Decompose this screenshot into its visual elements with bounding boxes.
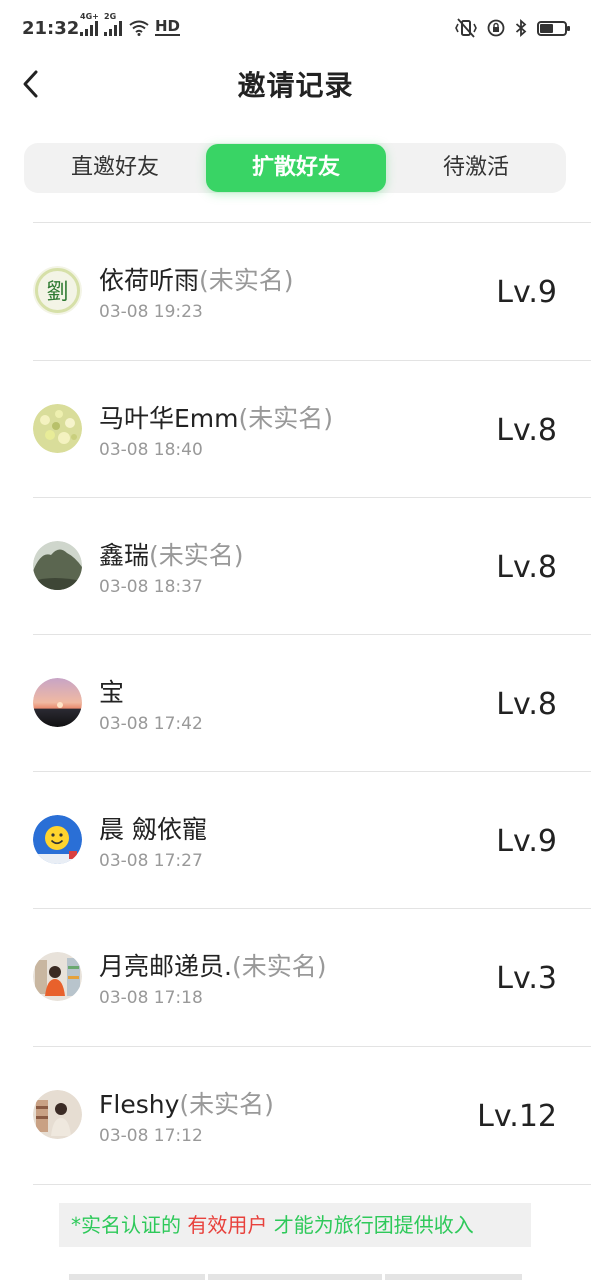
avatar xyxy=(33,404,82,453)
tab-direct-invite[interactable]: 直邀好友 xyxy=(24,143,206,193)
invite-date: 03-08 17:18 xyxy=(99,988,203,1008)
invite-date: 03-08 19:23 xyxy=(99,302,203,322)
list-item[interactable]: 晨 劔依寵 03-08 17:27 Lv.9 xyxy=(0,772,591,909)
list-item[interactable]: 劉 依荷听雨(未实名) 03-08 19:23 Lv.9 xyxy=(0,223,591,360)
bottom-button-stub[interactable] xyxy=(208,1274,382,1280)
vibrate-icon xyxy=(455,18,477,38)
user-name: 马叶华Emm(未实名) xyxy=(99,404,334,433)
unverified-tag: (未实名) xyxy=(149,541,244,570)
user-name: Fleshy(未实名) xyxy=(99,1090,274,1119)
invite-date: 03-08 17:27 xyxy=(99,851,203,871)
unverified-tag: (未实名) xyxy=(199,266,294,295)
nav-bar: 邀请记录 xyxy=(0,60,591,106)
invite-date: 03-08 18:37 xyxy=(99,577,203,597)
invite-date: 03-08 17:12 xyxy=(99,1126,203,1146)
user-name: 月亮邮递员.(未实名) xyxy=(99,952,327,981)
user-name: 依荷听雨(未实名) xyxy=(99,266,294,295)
list-item[interactable]: 月亮邮递员.(未实名) 03-08 17:18 Lv.3 xyxy=(0,909,591,1046)
divider xyxy=(33,1184,591,1185)
status-time: 21:32 xyxy=(22,18,80,39)
list-item[interactable]: 马叶华Emm(未实名) 03-08 18:40 Lv.8 xyxy=(0,361,591,498)
bottom-button-stub[interactable] xyxy=(385,1274,522,1280)
avatar-image xyxy=(33,404,82,453)
level-badge: Lv.9 xyxy=(496,824,557,859)
level-badge: Lv.3 xyxy=(496,961,557,996)
avatar xyxy=(33,815,82,864)
invite-date: 03-08 18:40 xyxy=(99,440,203,460)
avatar xyxy=(33,1090,82,1139)
unverified-tag: (未实名) xyxy=(179,1090,274,1119)
level-badge: Lv.8 xyxy=(496,687,557,722)
tab-bar: 直邀好友 扩散好友 待激活 xyxy=(24,143,566,193)
avatar-image xyxy=(33,541,82,590)
tab-spread-invite[interactable]: 扩散好友 xyxy=(206,144,386,192)
page-title: 邀请记录 xyxy=(237,69,354,102)
signal-icon-1: 4G+ xyxy=(80,12,99,36)
list-item[interactable]: 鑫瑞(未实名) 03-08 18:37 Lv.8 xyxy=(0,498,591,635)
avatar-image xyxy=(33,678,82,727)
tab-pending-activation[interactable]: 待激活 xyxy=(386,143,566,193)
user-name: 晨 劔依寵 xyxy=(99,815,207,844)
level-badge: Lv.8 xyxy=(496,413,557,448)
avatar-image xyxy=(33,1090,82,1139)
verification-notice: *实名认证的 有效用户 才能为旅行团提供收入 xyxy=(59,1203,531,1247)
list-item[interactable]: 宝 03-08 17:42 Lv.8 xyxy=(0,635,591,772)
level-badge: Lv.12 xyxy=(477,1099,557,1134)
avatar-image xyxy=(33,952,82,1001)
status-icons xyxy=(455,18,570,38)
unverified-tag: (未实名) xyxy=(238,404,334,433)
bluetooth-icon xyxy=(515,19,527,37)
avatar-image xyxy=(33,815,82,864)
user-name: 宝 xyxy=(99,678,125,707)
signal-icon-2: 2G xyxy=(104,12,122,36)
avatar-image: 劉 xyxy=(33,266,82,315)
avatar: 劉 xyxy=(33,266,82,315)
user-name: 鑫瑞(未实名) xyxy=(99,541,244,570)
level-badge: Lv.9 xyxy=(496,275,557,310)
status-bar: 21:32 4G+ 2G HD xyxy=(0,0,591,60)
battery-icon xyxy=(537,20,570,36)
avatar xyxy=(33,952,82,1001)
hd-badge: HD xyxy=(155,17,181,36)
avatar-char: 劉 xyxy=(46,280,68,305)
rotation-lock-icon xyxy=(487,19,505,37)
unverified-tag: (未实名) xyxy=(231,952,327,981)
avatar xyxy=(33,678,82,727)
avatar xyxy=(33,541,82,590)
bottom-button-stub[interactable] xyxy=(69,1274,205,1280)
invite-date: 03-08 17:42 xyxy=(99,714,203,734)
wifi-icon xyxy=(129,20,149,36)
list-item[interactable]: Fleshy(未实名) 03-08 17:12 Lv.12 xyxy=(0,1047,591,1184)
level-badge: Lv.8 xyxy=(496,550,557,585)
